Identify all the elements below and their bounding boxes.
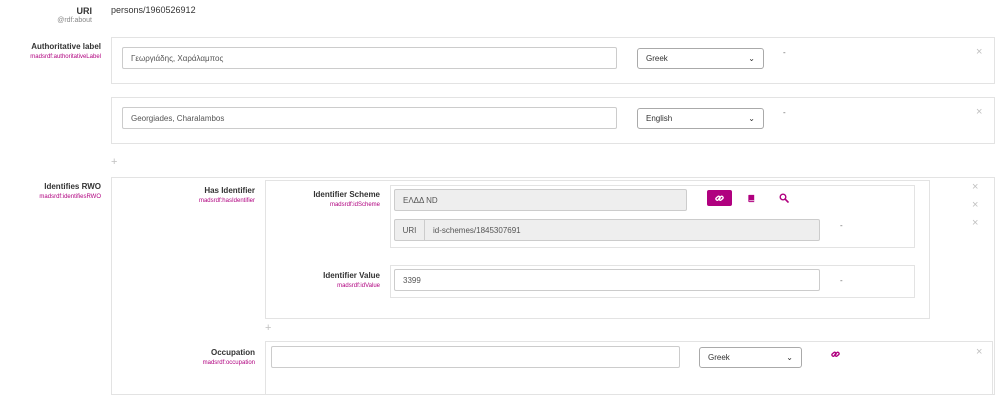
identifies-rwo-sublabel: madsrdf:identifiesRWO: [39, 194, 101, 200]
close-icon[interactable]: ×: [972, 200, 978, 211]
identifier-value-label: Identifier Value: [323, 271, 380, 280]
uri-prefix: URI: [395, 220, 425, 240]
language-select-value: English: [646, 114, 673, 123]
chevron-down-icon: ⌄: [786, 353, 793, 362]
dash-text: -: [840, 221, 843, 230]
search-button[interactable]: [777, 191, 791, 205]
link-button[interactable]: [707, 190, 732, 206]
authoritative-label-label: Authoritative label: [31, 42, 101, 51]
close-icon[interactable]: ×: [972, 182, 978, 193]
identifier-value-input[interactable]: 3399: [394, 269, 820, 291]
occupation-input[interactable]: [271, 346, 680, 368]
has-identifier-label: Has Identifier: [204, 186, 255, 195]
identifies-rwo-label: Identifies RWO: [44, 182, 101, 191]
dash-text: -: [840, 276, 843, 285]
scheme-uri-value: id-schemes/1845307691: [433, 225, 521, 235]
identifier-scheme-sublabel: madsrdf:idScheme: [329, 202, 380, 208]
language-select-value: Greek: [708, 353, 730, 362]
add-identifier-plus-icon[interactable]: +: [265, 323, 271, 334]
occupation-language-select[interactable]: Greek ⌄: [699, 347, 802, 368]
authoritative-label-input-2[interactable]: Georgiades, Charalambos: [122, 107, 617, 129]
link-icon: [715, 195, 724, 201]
close-icon[interactable]: ×: [976, 107, 982, 118]
language-select-2[interactable]: English ⌄: [637, 108, 764, 129]
close-icon[interactable]: ×: [976, 347, 982, 358]
add-authoritative-label-plus-icon[interactable]: +: [111, 157, 117, 168]
link-button[interactable]: [828, 348, 842, 360]
close-icon[interactable]: ×: [976, 47, 982, 58]
occupation-label: Occupation: [210, 348, 255, 357]
language-select-value: Greek: [646, 54, 668, 63]
dash-text: -: [783, 108, 786, 117]
search-icon: [779, 193, 789, 203]
book-button[interactable]: [744, 191, 758, 205]
chevron-down-icon: ⌄: [748, 54, 755, 63]
close-icon[interactable]: ×: [972, 218, 978, 229]
authoritative-label-input-1[interactable]: Γεωργιάδης, Χαράλαμπος: [122, 47, 617, 69]
language-select-1[interactable]: Greek ⌄: [637, 48, 764, 69]
identifier-scheme-input: ΕΛΔΔ ND: [394, 189, 687, 211]
uri-label: URI: [76, 6, 93, 16]
has-identifier-sublabel: madsrdf:hasIdentifier: [198, 198, 255, 204]
identifier-scheme-label: Identifier Scheme: [313, 190, 380, 199]
book-icon: [747, 194, 754, 202]
identifier-value-sublabel: madsrdf:idValue: [337, 283, 380, 289]
dash-text: -: [783, 48, 786, 57]
uri-value: persons/1960526912: [111, 5, 196, 15]
uri-sublabel: @rdf:about: [57, 17, 92, 24]
occupation-sublabel: madsrdf:occupation: [202, 360, 255, 366]
link-icon: [830, 351, 840, 357]
authoritative-label-sublabel: madsrdf:authoritativeLabel: [30, 54, 101, 60]
scheme-uri-field: URI id-schemes/1845307691: [394, 219, 820, 241]
chevron-down-icon: ⌄: [748, 114, 755, 123]
